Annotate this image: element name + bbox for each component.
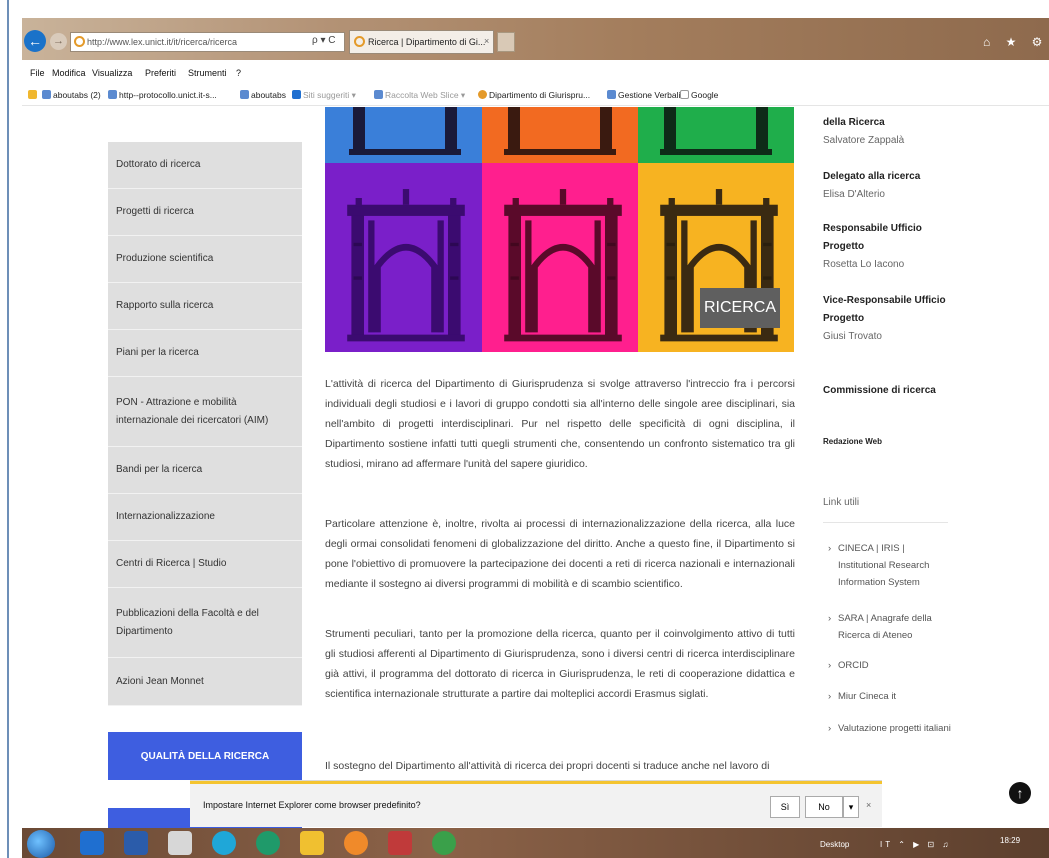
banner-tile-orange — [482, 107, 638, 163]
options-dropdown-icon[interactable]: ▾ — [843, 796, 859, 818]
ie-icon[interactable] — [212, 831, 236, 855]
menubar: File Modifica Visualizza Preferiti Strum… — [22, 60, 1049, 84]
sidebar-item-internazionalizzazione[interactable]: Internazionalizzazione — [108, 494, 302, 541]
sidebar-item-dottorato[interactable]: Dottorato di ricerca — [108, 142, 302, 189]
role-name: Elisa D'Alterio — [823, 189, 885, 200]
redazione-link[interactable]: Redazione Web — [823, 437, 882, 446]
link-sara[interactable]: SARA | Anagrafe della Ricerca di Ateneo — [828, 610, 953, 644]
no-button[interactable]: No — [805, 796, 843, 818]
close-tab-icon[interactable]: × — [484, 36, 489, 46]
browser-toolbar-icons[interactable]: ⌂ ★ ⚙ — [983, 35, 1048, 49]
page-icon — [108, 90, 117, 99]
link-orcid[interactable]: ORCID — [828, 657, 953, 674]
role-block: Responsabile Ufficio Progetto Rosetta Lo… — [823, 220, 933, 274]
sidebar-item-centri[interactable]: Centri di Ricerca | Studio — [108, 541, 302, 588]
back-icon[interactable]: ← — [24, 30, 46, 52]
role-block: Delegato alla ricerca Elisa D'Alterio — [823, 168, 920, 204]
favorites-star-icon[interactable] — [28, 90, 39, 100]
link-cineca[interactable]: CINECA | IRIS | Institutional Research I… — [828, 540, 953, 591]
sidebar-item-bandi[interactable]: Bandi per la ricerca — [108, 447, 302, 494]
sidebar-item-progetti[interactable]: Progetti di ricerca — [108, 189, 302, 236]
links-heading: Link utili — [823, 497, 860, 508]
role-title: Delegato alla ricerca — [823, 171, 921, 182]
intro-paragraph: L'attività di ricerca del Dipartimento d… — [325, 378, 795, 470]
banner-tile-blue — [325, 107, 482, 163]
link-valutazione[interactable]: Valutazione progetti italiani — [828, 720, 953, 737]
notification-text: Impostare Internet Explorer come browser… — [203, 800, 421, 810]
app-icon[interactable] — [168, 831, 192, 855]
tab-ricerca[interactable]: Ricerca | Dipartimento di Gi... — [349, 30, 494, 54]
clock[interactable]: 18:29 — [1000, 836, 1020, 845]
commissione-link[interactable]: Commissione di ricerca — [823, 382, 936, 400]
sidebar-item-pubblicazioni[interactable]: Pubblicazioni della Facoltà e del Dipart… — [108, 588, 302, 658]
ricerca-badge: RICERCA — [700, 288, 780, 328]
chrome-icon[interactable] — [432, 831, 456, 855]
forward-icon[interactable]: → — [50, 33, 67, 50]
paragraph-strumenti: Strumenti peculiari, tanto per la promoz… — [325, 628, 795, 700]
favorites-bar: aboutabs (2) http--protocollo.unict.it-s… — [22, 84, 1049, 106]
sidebar-item-piani[interactable]: Piani per la ricerca — [108, 330, 302, 377]
menu-visualizza[interactable]: Visualizza — [92, 68, 132, 78]
ie-icon — [74, 36, 85, 47]
word-icon[interactable] — [124, 831, 148, 855]
fav-item[interactable]: Siti suggeriti ▾ — [292, 90, 356, 101]
menu-modifica[interactable]: Modifica — [52, 68, 86, 78]
menu-strumenti[interactable]: Strumenti — [188, 68, 227, 78]
sidebar-item-pon[interactable]: PON - Attrazione e mobilità internaziona… — [108, 377, 302, 447]
role-name: Salvatore Zappalà — [823, 135, 905, 146]
role-name: Rosetta Lo Iacono — [823, 259, 905, 270]
banner-tile-pink — [482, 163, 638, 352]
app-icon[interactable] — [388, 831, 412, 855]
scroll-top-icon[interactable]: ↑ — [1009, 782, 1031, 804]
tray-icons[interactable]: IT ⌃ ▶ ⊡ ♫ — [880, 840, 951, 849]
address-tools[interactable]: ρ ▾ C — [312, 35, 336, 46]
yes-button[interactable]: Sì — [770, 796, 800, 818]
page-icon — [240, 90, 249, 99]
folder-icon[interactable] — [300, 831, 324, 855]
outlook-icon[interactable] — [80, 831, 104, 855]
sidebar-item-produzione[interactable]: Produzione scientifica — [108, 236, 302, 283]
left-gutter — [0, 0, 22, 858]
fav-item[interactable]: http--protocollo.unict.it-s... — [108, 90, 217, 100]
gutter-line — [7, 0, 9, 858]
new-tab-button[interactable] — [497, 32, 515, 52]
sidebar-item-jean-monnet[interactable]: Azioni Jean Monnet — [108, 658, 302, 706]
role-name: Giusi Trovato — [823, 331, 882, 342]
divider — [823, 522, 948, 523]
fav-item[interactable]: Dipartimento di Giurispru... — [478, 90, 590, 100]
edge-icon[interactable] — [256, 831, 280, 855]
fav-item[interactable]: Gestione Verbali — [607, 90, 680, 100]
desktop-label[interactable]: Desktop — [820, 840, 849, 849]
page-icon — [42, 90, 51, 99]
page-icon — [374, 90, 383, 99]
page-icon — [478, 90, 487, 99]
menu-file[interactable]: File — [30, 68, 45, 78]
fav-item[interactable]: Google — [680, 90, 718, 100]
role-title: Responsabile Ufficio Progetto — [823, 223, 922, 252]
address-bar[interactable]: http://www.lex.unict.it/it/ricerca/ricer… — [70, 32, 345, 52]
quality-button[interactable]: QUALITÀ DELLA RICERCA — [108, 732, 302, 780]
role-title: della Ricerca — [823, 117, 885, 128]
role-block: della Ricerca Salvatore Zappalà — [823, 114, 904, 150]
page-icon — [607, 90, 616, 99]
google-icon — [680, 90, 689, 99]
role-block: Vice-Responsabile Ufficio Progetto Giusi… — [823, 292, 948, 346]
menu-preferiti[interactable]: Preferiti — [145, 68, 176, 78]
sidebar-item-rapporto[interactable]: Rapporto sulla ricerca — [108, 283, 302, 330]
banner-tile-purple — [325, 163, 482, 352]
page-icon — [292, 90, 301, 99]
banner-tile-green — [638, 107, 794, 163]
fav-item[interactable]: aboutabs — [240, 90, 286, 100]
paragraph-sostegno: Il sostegno del Dipartimento all'attivit… — [325, 760, 770, 772]
link-miur[interactable]: Miur Cineca it — [828, 688, 953, 705]
menu-help[interactable]: ? — [236, 68, 241, 78]
role-title: Vice-Responsabile Ufficio Progetto — [823, 295, 946, 324]
fav-item[interactable]: Raccolta Web Slice ▾ — [374, 90, 465, 101]
fav-item[interactable]: aboutabs (2) — [42, 90, 101, 100]
paragraph-internazionalizzazione: Particolare attenzione è, inoltre, rivol… — [325, 518, 795, 590]
firefox-icon[interactable] — [344, 831, 368, 855]
close-icon[interactable]: × — [866, 800, 871, 810]
start-icon[interactable] — [27, 830, 55, 858]
tab-favicon-icon — [354, 36, 365, 47]
